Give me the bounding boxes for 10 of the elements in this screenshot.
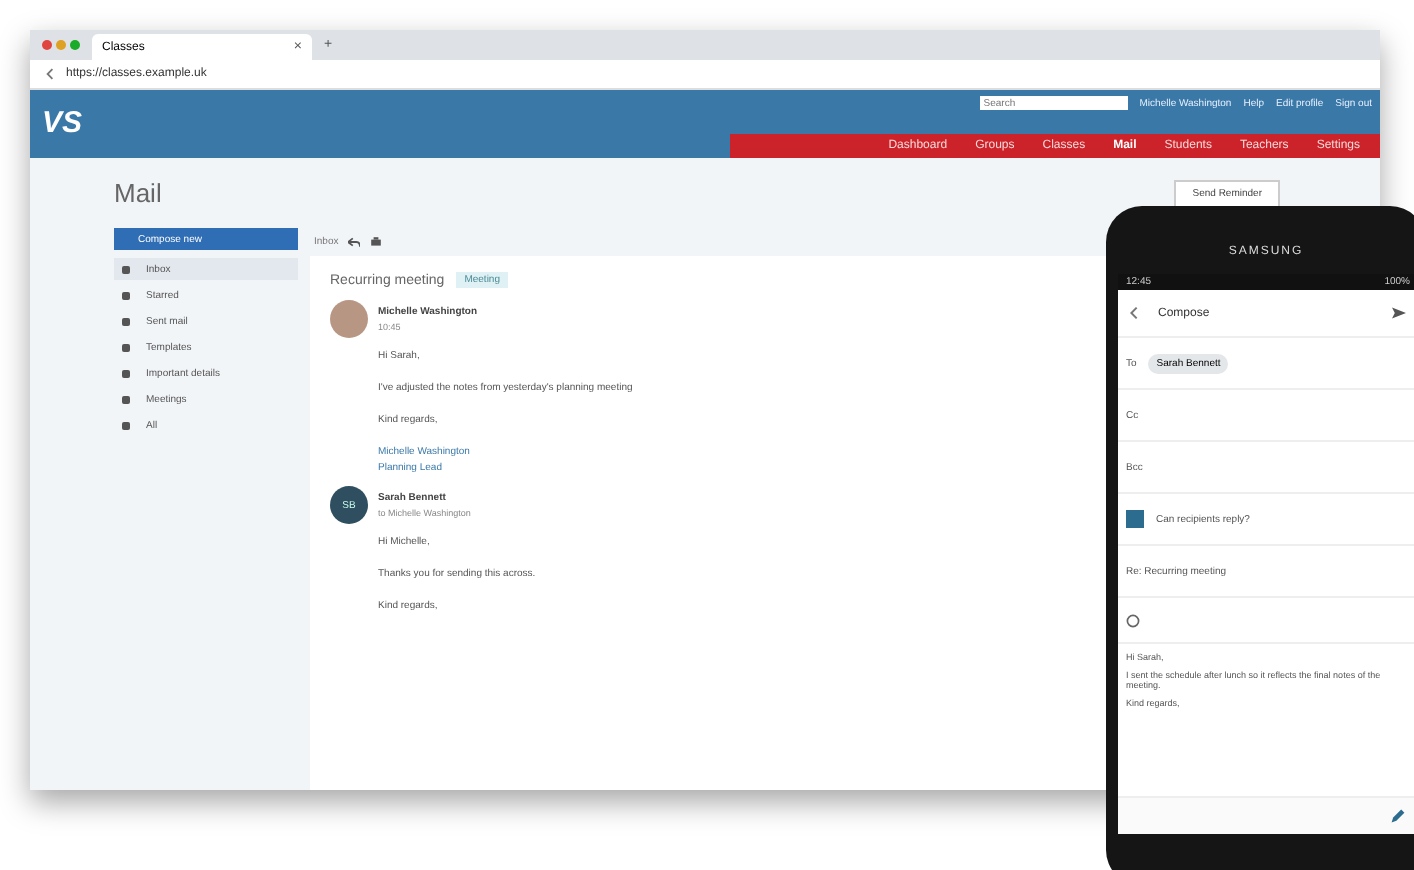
print-icon[interactable]: [370, 236, 383, 248]
back-icon[interactable]: [46, 68, 54, 80]
avatar-placeholder: [330, 300, 368, 338]
reply-icon[interactable]: [348, 236, 361, 248]
logo[interactable]: VS: [30, 90, 95, 158]
send-icon[interactable]: [1392, 306, 1406, 320]
checkbox[interactable]: [1126, 510, 1144, 528]
page-title: Mail: [114, 178, 162, 208]
back-icon[interactable]: [1130, 306, 1138, 320]
pencil-icon[interactable]: [1390, 808, 1406, 824]
